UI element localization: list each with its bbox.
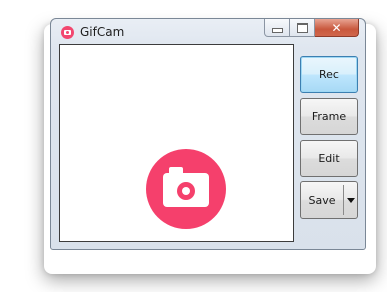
chevron-down-icon xyxy=(346,197,355,203)
title-bar[interactable]: GifCam ✕ xyxy=(51,19,365,45)
camera-glyph xyxy=(64,30,71,35)
minimize-button[interactable] xyxy=(264,19,290,37)
camera-icon xyxy=(61,26,74,39)
window-title: GifCam xyxy=(80,25,125,39)
screen: GifCam ✕ Rec Frame Edit Save xyxy=(0,0,387,292)
save-button[interactable]: Save xyxy=(301,182,343,218)
maximize-button[interactable] xyxy=(290,19,315,37)
close-icon: ✕ xyxy=(331,20,342,35)
close-button[interactable]: ✕ xyxy=(315,19,359,37)
minimize-icon xyxy=(271,28,283,33)
gifcam-window: GifCam ✕ Rec Frame Edit Save xyxy=(50,18,366,250)
save-dropdown-button[interactable] xyxy=(344,182,357,218)
camera-logo-lens-center xyxy=(182,187,190,195)
save-split-button: Save xyxy=(300,181,358,219)
edit-button[interactable]: Edit xyxy=(300,140,358,177)
maximize-icon xyxy=(296,22,308,33)
rec-button[interactable]: Rec xyxy=(300,56,358,93)
frame-button[interactable]: Frame xyxy=(300,98,358,135)
camera-logo-icon xyxy=(146,149,226,229)
caption-buttons: ✕ xyxy=(264,19,359,39)
capture-area[interactable] xyxy=(59,44,294,242)
